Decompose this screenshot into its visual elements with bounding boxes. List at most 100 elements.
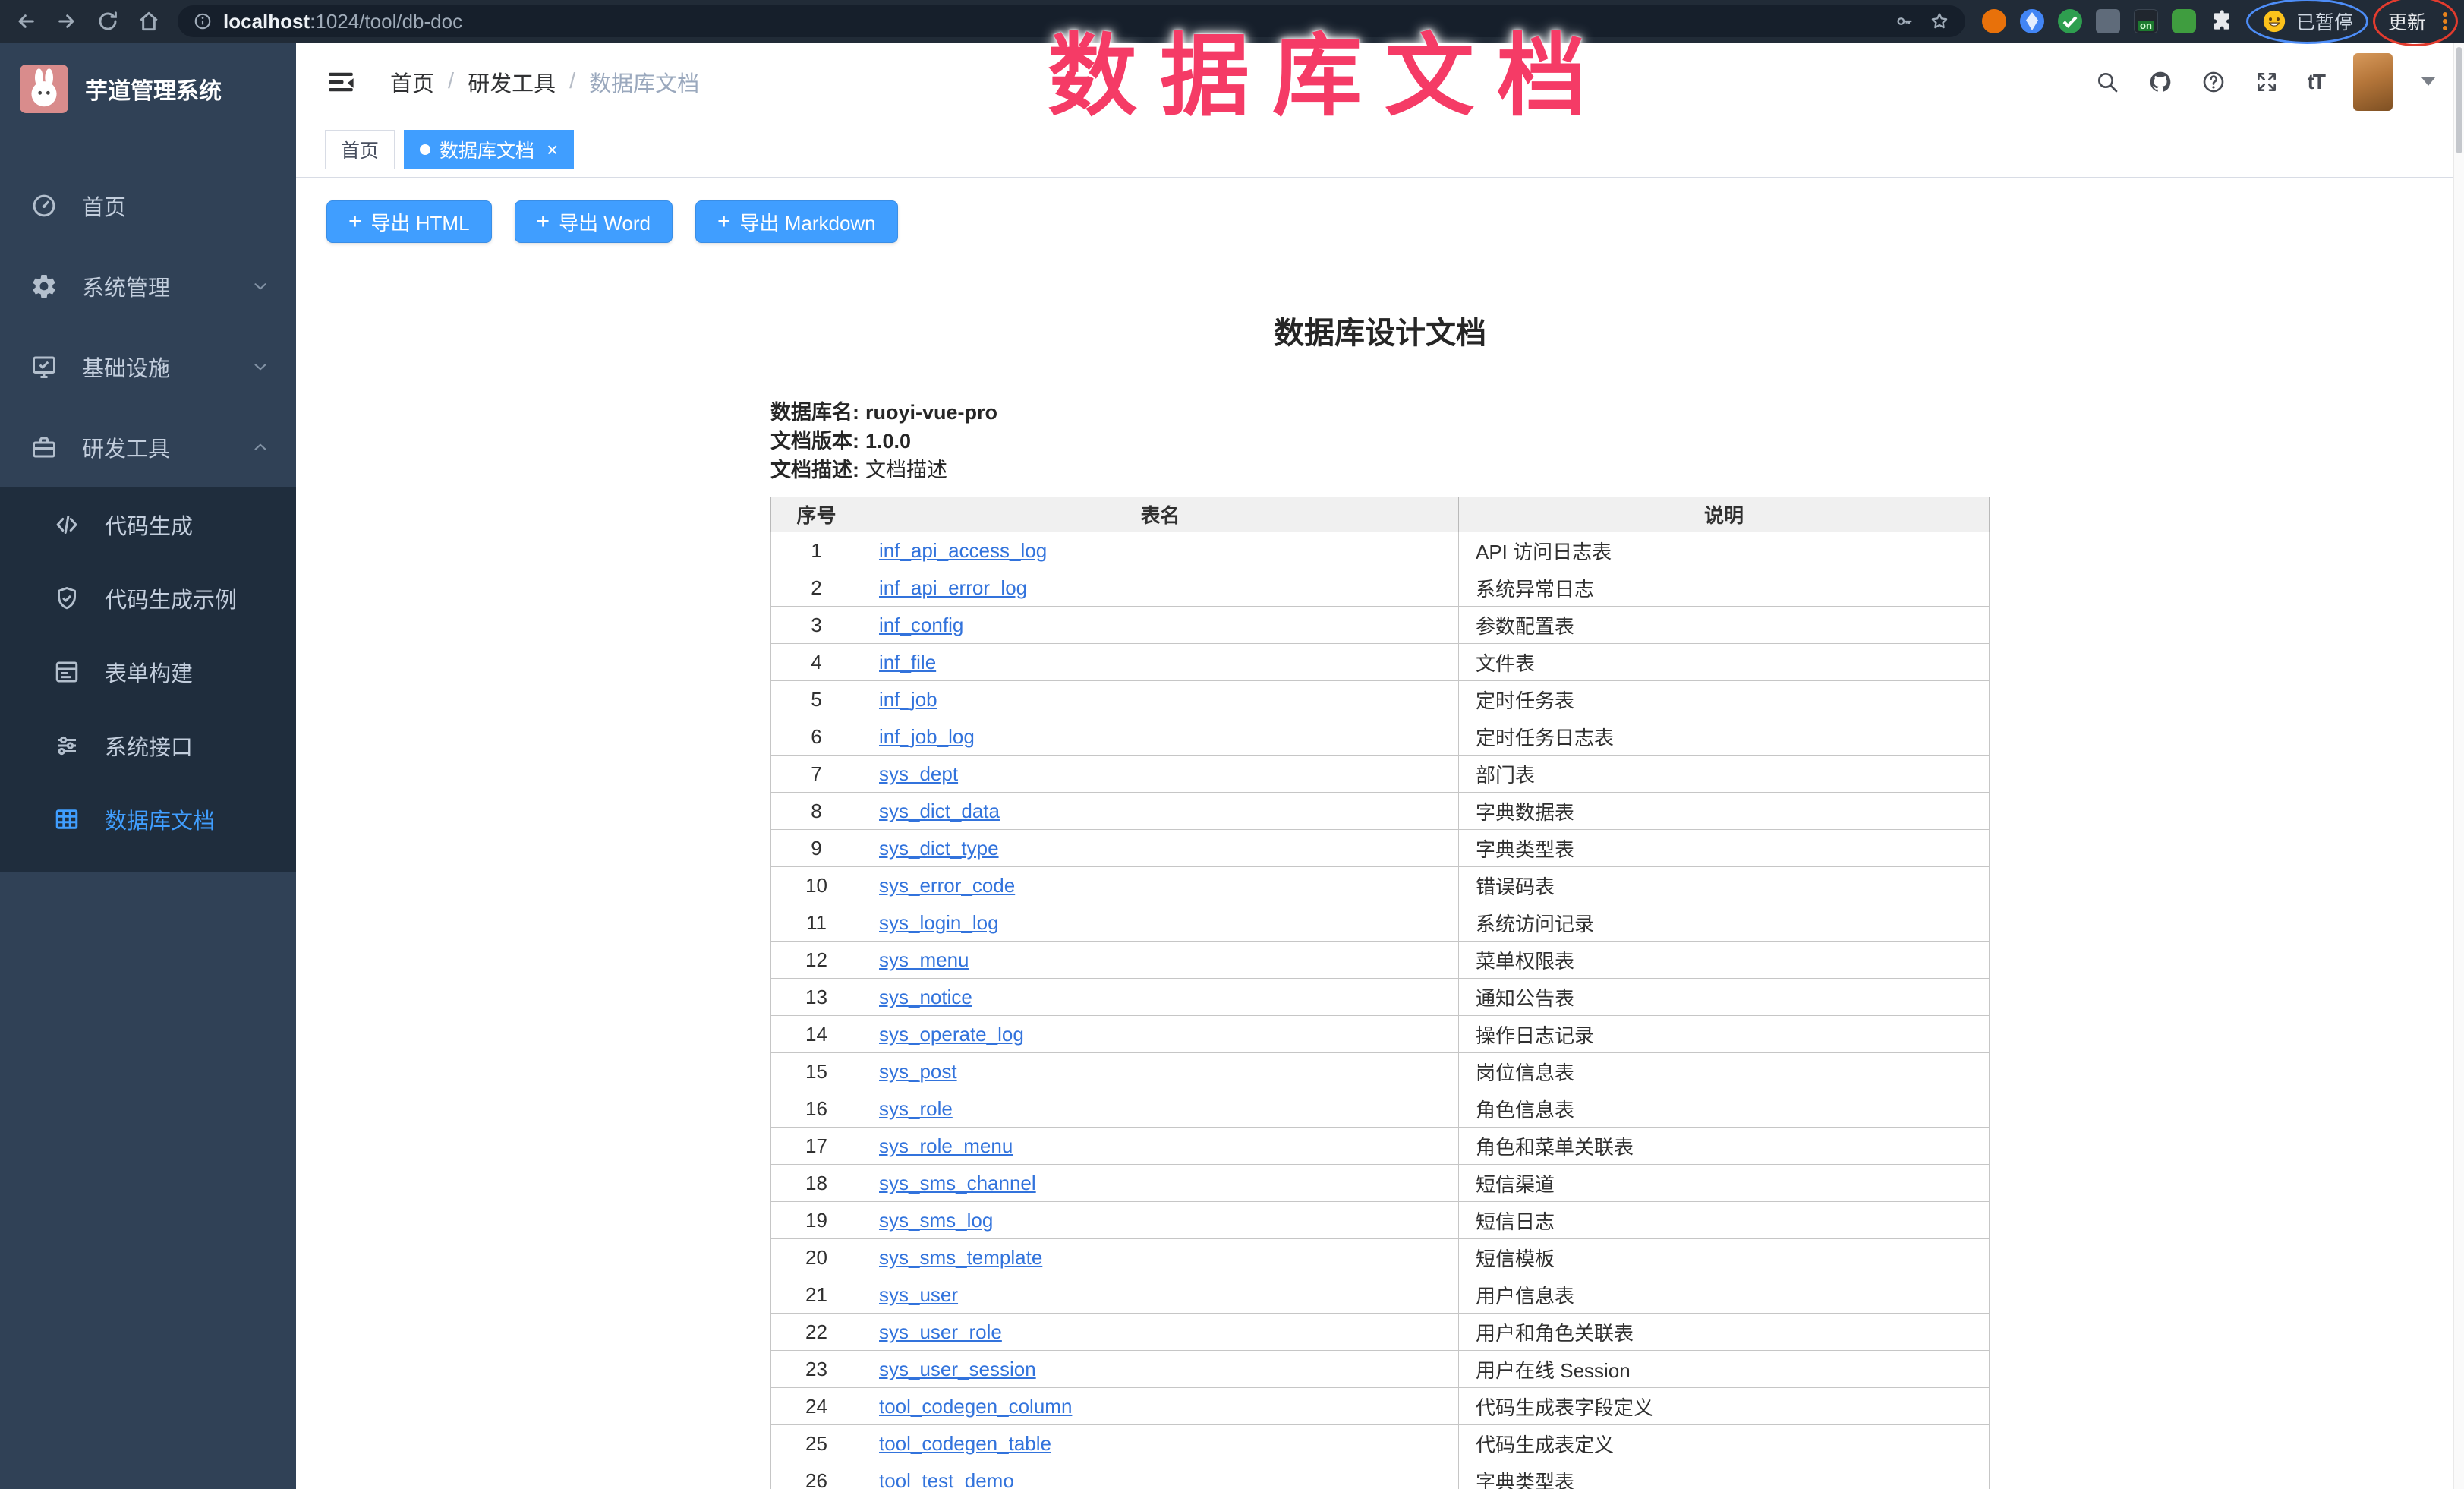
- export-markdown-button[interactable]: +导出 Markdown: [695, 200, 898, 243]
- sidebar-menu: 首页系统管理基础设施研发工具代码生成代码生成示例表单构建系统接口数据库文档: [0, 135, 296, 872]
- sidebar-item-codegen-example[interactable]: 代码生成示例: [0, 561, 296, 635]
- table-link[interactable]: sys_login_log: [879, 911, 999, 934]
- table-row: 6inf_job_log定时任务日志表: [771, 718, 1990, 756]
- table-link[interactable]: sys_role: [879, 1097, 953, 1120]
- browser-back-icon[interactable]: [14, 9, 38, 33]
- extension-on-badge-icon[interactable]: on: [2134, 9, 2158, 33]
- browser-update-button[interactable]: 更新: [2381, 3, 2434, 39]
- extension-orange-icon[interactable]: [1982, 9, 2006, 33]
- table-link[interactable]: tool_codegen_table: [879, 1432, 1051, 1455]
- sidebar-item-system-api[interactable]: 系统接口: [0, 708, 296, 782]
- table-link[interactable]: sys_user: [879, 1283, 958, 1306]
- table-link[interactable]: sys_error_code: [879, 874, 1015, 897]
- row-index-cell: 18: [771, 1165, 862, 1202]
- extension-check-icon[interactable]: [2058, 9, 2082, 33]
- user-avatar[interactable]: [2353, 53, 2393, 111]
- table-link[interactable]: sys_dept: [879, 762, 958, 785]
- sidebar-item-dev-tools[interactable]: 研发工具: [0, 407, 296, 487]
- table-link[interactable]: sys_role_menu: [879, 1134, 1013, 1157]
- app-logo: [20, 65, 68, 113]
- table-row: 9sys_dict_type字典类型表: [771, 830, 1990, 867]
- chevron-down-icon[interactable]: [2421, 77, 2435, 86]
- tab-db-doc[interactable]: 数据库文档 ×: [404, 130, 574, 169]
- extension-green-icon[interactable]: [2172, 9, 2196, 33]
- monitor-icon: [30, 353, 58, 380]
- tab-close-icon[interactable]: ×: [547, 140, 558, 159]
- table-link[interactable]: inf_api_error_log: [879, 576, 1027, 599]
- table-link[interactable]: tool_test_demo: [879, 1469, 1014, 1489]
- table-row: 23sys_user_session用户在线 Session: [771, 1351, 1990, 1388]
- sidebar-item-infra[interactable]: 基础设施: [0, 327, 296, 407]
- browser-home-icon[interactable]: [137, 9, 161, 33]
- table-name-cell: sys_notice: [862, 979, 1459, 1016]
- browser-profile-chip[interactable]: 已暂停: [2251, 5, 2364, 38]
- sidebar-item-form-builder[interactable]: 表单构建: [0, 635, 296, 708]
- table-link[interactable]: inf_job_log: [879, 725, 975, 748]
- sidebar-item-codegen[interactable]: 代码生成: [0, 487, 296, 561]
- table-link[interactable]: sys_post: [879, 1060, 957, 1083]
- sidebar-item-home[interactable]: 首页: [0, 166, 296, 246]
- table-link[interactable]: sys_operate_log: [879, 1023, 1024, 1046]
- fullscreen-icon[interactable]: [2254, 70, 2279, 94]
- table-link[interactable]: sys_dict_type: [879, 837, 999, 860]
- search-icon[interactable]: [2095, 70, 2119, 94]
- tab-home[interactable]: 首页: [325, 130, 395, 169]
- browser-address-bar[interactable]: localhost:1024/tool/db-doc: [178, 5, 1965, 37]
- password-key-icon[interactable]: [1894, 11, 1915, 32]
- table-link[interactable]: tool_codegen_column: [879, 1395, 1072, 1418]
- table-link[interactable]: sys_sms_log: [879, 1209, 993, 1232]
- row-index-cell: 7: [771, 756, 862, 793]
- page-scrollbar[interactable]: [2453, 43, 2464, 1489]
- table-link[interactable]: inf_file: [879, 651, 936, 674]
- font-size-icon[interactable]: tT: [2308, 70, 2324, 94]
- table-link[interactable]: sys_sms_template: [879, 1246, 1042, 1269]
- table-link[interactable]: sys_user_role: [879, 1320, 1002, 1343]
- table-link[interactable]: inf_job: [879, 688, 937, 711]
- browser-toolbar: localhost:1024/tool/db-doc on 已暂停 更新: [0, 0, 2464, 43]
- app-logo-row[interactable]: 芋道管理系统: [0, 43, 296, 135]
- table-desc-cell: 用户信息表: [1459, 1276, 1990, 1314]
- table-desc-cell: 操作日志记录: [1459, 1016, 1990, 1053]
- table-link[interactable]: sys_user_session: [879, 1358, 1036, 1380]
- table-name-cell: inf_config: [862, 607, 1459, 644]
- tab-label: 数据库文档: [440, 136, 534, 163]
- browser-menu-icon[interactable]: [2440, 9, 2450, 33]
- table-name-cell: tool_codegen_column: [862, 1388, 1459, 1425]
- table-name-cell: sys_user_role: [862, 1314, 1459, 1351]
- sidebar-collapse-icon[interactable]: [325, 66, 357, 98]
- bookmark-star-icon[interactable]: [1929, 11, 1950, 32]
- table-desc-cell: 系统异常日志: [1459, 569, 1990, 607]
- table-header-cell: 表名: [862, 497, 1459, 532]
- table-row: 18sys_sms_channel短信渠道: [771, 1165, 1990, 1202]
- table-name-cell: sys_post: [862, 1053, 1459, 1090]
- table-link[interactable]: inf_api_access_log: [879, 539, 1047, 562]
- table-link[interactable]: inf_config: [879, 614, 963, 636]
- extension-grid-icon[interactable]: [2096, 9, 2120, 33]
- table-desc-cell: 用户和角色关联表: [1459, 1314, 1990, 1351]
- table-link[interactable]: sys_sms_channel: [879, 1172, 1036, 1194]
- table-desc-cell: 岗位信息表: [1459, 1053, 1990, 1090]
- table-link[interactable]: sys_menu: [879, 948, 969, 971]
- breadcrumb-item[interactable]: 研发工具: [468, 66, 556, 98]
- table-link[interactable]: sys_notice: [879, 986, 972, 1008]
- site-info-icon[interactable]: [193, 11, 213, 31]
- sidebar-item-system[interactable]: 系统管理: [0, 246, 296, 327]
- extension-puzzle-icon[interactable]: [2210, 9, 2234, 33]
- export-word-button[interactable]: +导出 Word: [515, 200, 673, 243]
- sync-paused-annotation-circle: 已暂停: [2251, 5, 2364, 38]
- profile-emoji-icon: [2261, 8, 2287, 34]
- gear-icon: [30, 273, 58, 300]
- github-icon[interactable]: [2148, 70, 2173, 94]
- submenu-dev-tools: 代码生成代码生成示例表单构建系统接口数据库文档: [0, 487, 296, 872]
- sidebar-item-db-doc[interactable]: 数据库文档: [0, 782, 296, 856]
- row-index-cell: 11: [771, 904, 862, 942]
- table-row: 2inf_api_error_log系统异常日志: [771, 569, 1990, 607]
- browser-reload-icon[interactable]: [96, 9, 120, 33]
- breadcrumb-item[interactable]: 首页: [390, 66, 434, 98]
- export-html-button[interactable]: +导出 HTML: [326, 200, 492, 243]
- browser-forward-icon[interactable]: [55, 9, 79, 33]
- help-icon[interactable]: [2201, 70, 2226, 94]
- extension-pin-icon[interactable]: [2020, 9, 2044, 33]
- table-link[interactable]: sys_dict_data: [879, 800, 1000, 822]
- scrollbar-thumb[interactable]: [2456, 47, 2462, 153]
